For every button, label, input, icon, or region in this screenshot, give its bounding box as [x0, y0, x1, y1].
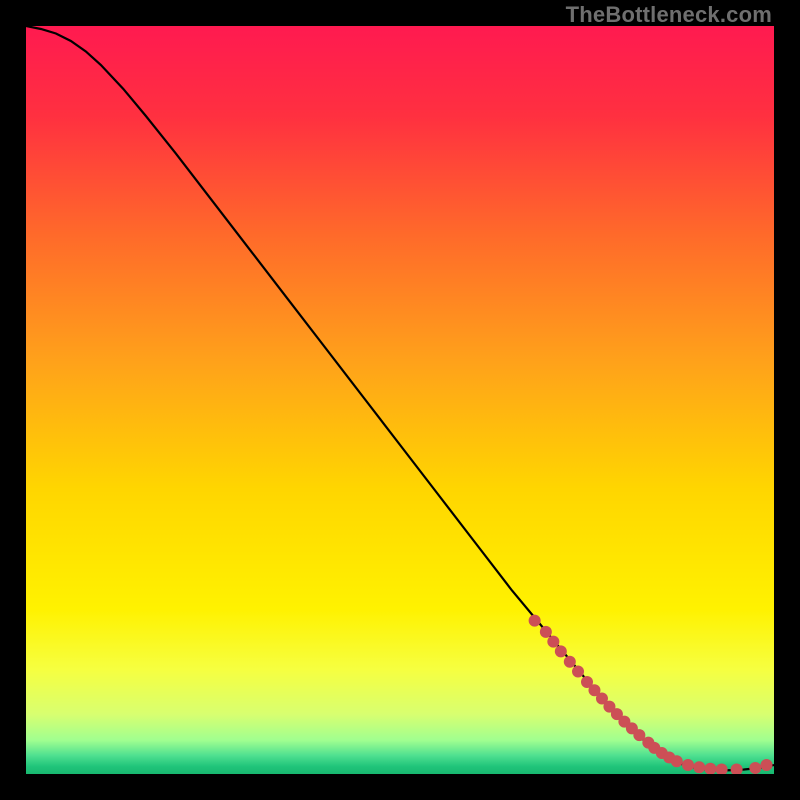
tail-marker [704, 763, 716, 774]
markers-layer [26, 26, 774, 774]
tail-marker [749, 762, 761, 774]
tail-marker [540, 626, 552, 638]
tail-marker [572, 666, 584, 678]
tail-marker [564, 656, 576, 668]
tail-marker [761, 759, 773, 771]
tail-marker [671, 755, 683, 767]
tail-marker [716, 764, 728, 774]
plot-area [26, 26, 774, 774]
chart-stage: TheBottleneck.com [0, 0, 800, 800]
tail-marker [555, 645, 567, 657]
tail-marker [547, 636, 559, 648]
tail-marker [529, 615, 541, 627]
tail-marker [693, 761, 705, 773]
tail-marker [731, 764, 743, 774]
tail-marker [682, 759, 694, 771]
dotted-tail-group [529, 615, 773, 774]
watermark-text: TheBottleneck.com [566, 2, 772, 28]
